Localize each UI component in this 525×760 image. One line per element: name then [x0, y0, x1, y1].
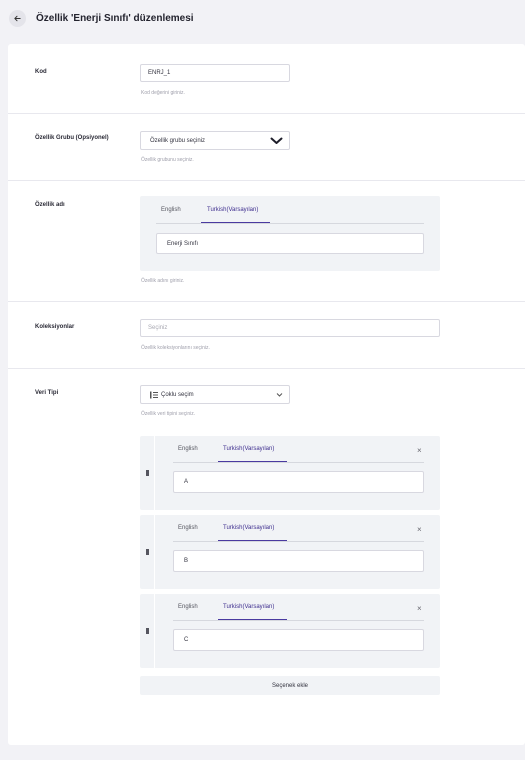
- name-help: Özellik adını giriniz.: [141, 278, 185, 284]
- tab-divider: [156, 223, 424, 224]
- name-label: Özellik adı: [35, 202, 65, 208]
- active-tab-indicator: [201, 222, 270, 223]
- close-icon[interactable]: ×: [417, 525, 422, 534]
- drag-handle[interactable]: [140, 594, 155, 668]
- tab-turkish[interactable]: Turkish(Varsayılan): [207, 207, 258, 213]
- name-input[interactable]: Enerji Sınıfı: [156, 233, 424, 254]
- tab-english[interactable]: English: [161, 207, 181, 213]
- close-icon[interactable]: ×: [417, 604, 422, 613]
- group-label: Özellik Grubu (Opsiyonel): [35, 135, 109, 141]
- tab-divider: [173, 462, 424, 463]
- page-title: Özellik 'Enerji Sınıfı' düzenlemesi: [36, 13, 194, 24]
- drag-handle[interactable]: [140, 515, 155, 589]
- chevron-down-icon: [270, 137, 283, 144]
- top-bar: Özellik 'Enerji Sınıfı' düzenlemesi: [0, 0, 525, 38]
- add-option-button[interactable]: Seçenek ekle: [140, 676, 440, 695]
- divider: [8, 301, 525, 302]
- chevron-down-icon: [276, 392, 283, 397]
- option-item: English Turkish(Varsayılan) × C: [140, 594, 440, 668]
- option-item: English Turkish(Varsayılan) × B: [140, 515, 440, 589]
- group-select[interactable]: Özellik grubu seçiniz: [140, 131, 290, 150]
- name-language-panel: English Turkish(Varsayılan) Enerji Sınıf…: [140, 196, 440, 271]
- list-icon: [150, 391, 158, 398]
- data-type-help: Özellik veri tipini seçiniz.: [141, 411, 196, 417]
- data-type-label: Veri Tipi: [35, 390, 59, 396]
- active-tab-indicator: [218, 461, 287, 462]
- tab-divider: [173, 541, 424, 542]
- active-tab-indicator: [218, 619, 287, 620]
- close-icon[interactable]: ×: [417, 446, 422, 455]
- divider: [8, 113, 525, 114]
- code-label: Kod: [35, 69, 47, 75]
- code-input[interactable]: ENRJ_1: [140, 64, 290, 82]
- tab-turkish[interactable]: Turkish(Varsayılan): [223, 525, 274, 531]
- collections-help: Özellik koleksiyonlarını seçiniz.: [141, 345, 210, 351]
- data-type-value: Çoklu seçim: [161, 391, 194, 398]
- tab-divider: [173, 620, 424, 621]
- option-item: English Turkish(Varsayılan) × A: [140, 436, 440, 510]
- group-select-placeholder: Özellik grubu seçiniz: [150, 137, 206, 144]
- tab-english[interactable]: English: [178, 446, 198, 452]
- back-button[interactable]: [9, 10, 26, 27]
- code-help: Kod değerini giriniz.: [141, 90, 185, 96]
- tab-turkish[interactable]: Turkish(Varsayılan): [223, 604, 274, 610]
- drag-handle-icon: [145, 549, 149, 555]
- tab-english[interactable]: English: [178, 604, 198, 610]
- divider: [8, 368, 525, 369]
- data-type-select[interactable]: Çoklu seçim: [140, 385, 290, 404]
- collections-input[interactable]: Seçiniz: [140, 319, 440, 337]
- collections-label: Koleksiyonlar: [35, 324, 75, 330]
- active-tab-indicator: [218, 540, 287, 541]
- tab-turkish[interactable]: Turkish(Varsayılan): [223, 446, 274, 452]
- drag-handle[interactable]: [140, 436, 155, 510]
- option-input[interactable]: B: [173, 550, 424, 572]
- arrow-left-icon: [14, 15, 21, 22]
- drag-handle-icon: [145, 470, 149, 476]
- tab-english[interactable]: English: [178, 525, 198, 531]
- option-input[interactable]: C: [173, 629, 424, 651]
- drag-handle-icon: [145, 628, 149, 634]
- divider: [8, 180, 525, 181]
- group-help: Özellik grubunu seçiniz.: [141, 157, 194, 163]
- option-input[interactable]: A: [173, 471, 424, 493]
